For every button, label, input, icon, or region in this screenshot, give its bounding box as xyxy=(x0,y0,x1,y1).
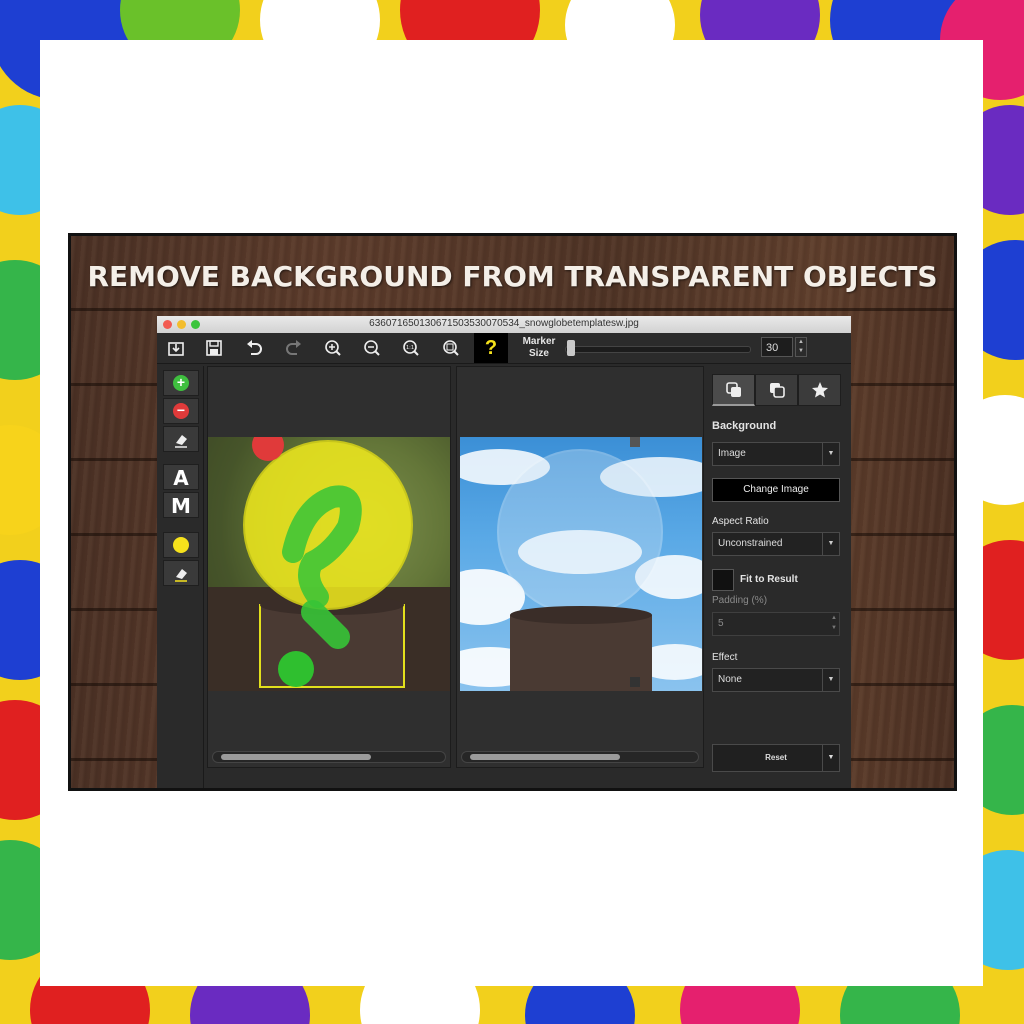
tool-palette: + − A M xyxy=(159,366,204,788)
save-button[interactable] xyxy=(201,336,227,360)
remove-marker-tool[interactable]: − xyxy=(163,398,199,424)
window-title: 636071650130671503530070534_snowglobetem… xyxy=(369,318,639,329)
fit-to-window-button[interactable] xyxy=(438,336,464,360)
actual-size-button[interactable]: 1:1 xyxy=(398,336,424,360)
padding-input[interactable]: 5 ▲ ▼ xyxy=(712,612,840,636)
toolbar: 1:1 ? Marker Size 30 ▲ ▼ xyxy=(157,333,851,364)
source-horizontal-scrollbar[interactable] xyxy=(212,751,446,763)
snow-globe-marked-image xyxy=(208,437,450,691)
open-file-icon xyxy=(168,342,184,356)
transparency-marker-tool[interactable] xyxy=(163,532,199,558)
eraser-tool[interactable] xyxy=(163,426,199,452)
manual-mode-tool[interactable]: M xyxy=(163,492,199,518)
reset-button[interactable]: Reset ▼ xyxy=(712,744,840,772)
effect-select[interactable]: None ▼ xyxy=(712,668,840,692)
minus-circle-icon: − xyxy=(173,403,189,419)
help-button[interactable]: ? xyxy=(474,333,508,363)
chevron-down-icon[interactable]: ▼ xyxy=(822,745,839,771)
zoom-out-icon xyxy=(364,340,380,356)
app-window: 636071650130671503530070534_snowglobetem… xyxy=(157,316,851,788)
effect-label: Effect xyxy=(712,652,738,663)
change-image-button[interactable]: Change Image xyxy=(712,478,840,502)
plus-circle-icon: + xyxy=(173,375,189,391)
zoom-out-button[interactable] xyxy=(359,336,385,360)
svg-text:1:1: 1:1 xyxy=(406,345,414,351)
save-icon xyxy=(206,340,222,356)
layers-filled-icon xyxy=(725,382,741,397)
transparency-eraser-tool[interactable] xyxy=(163,560,199,586)
zoom-in-icon xyxy=(325,340,341,356)
marker-label-line1: Marker xyxy=(522,336,556,347)
keep-marker-tool[interactable]: + xyxy=(163,370,199,396)
marker-size-input[interactable]: 30 xyxy=(761,337,793,357)
background-select-value: Image xyxy=(718,448,746,459)
aspect-ratio-select[interactable]: Unconstrained ▼ xyxy=(712,532,840,556)
marker-size-label: Marker Size xyxy=(519,336,559,360)
zoom-in-button[interactable] xyxy=(320,336,346,360)
padding-label: Padding (%) xyxy=(712,595,768,606)
layers-outline-icon xyxy=(769,383,785,398)
result-image xyxy=(460,437,702,691)
marker-size-slider-thumb[interactable] xyxy=(567,340,575,356)
redo-icon xyxy=(286,340,301,355)
star-icon xyxy=(811,382,828,398)
eraser-yellow-icon xyxy=(175,569,187,582)
result-canvas[interactable] xyxy=(456,366,704,768)
actual-size-icon: 1:1 xyxy=(403,340,419,356)
padding-stepper[interactable]: ▲ ▼ xyxy=(831,613,837,633)
aspect-ratio-value: Unconstrained xyxy=(718,538,783,549)
settings-panel: Background Image ▼ Change Image Aspect R… xyxy=(708,366,843,788)
tab-foreground-settings[interactable] xyxy=(755,374,798,406)
source-image xyxy=(208,437,450,691)
promo-banner: REMOVE BACKGROUND FROM TRANSPARENT OBJEC… xyxy=(68,233,957,791)
result-scroll-thumb[interactable] xyxy=(470,754,620,760)
undo-icon xyxy=(247,340,262,355)
background-label: Background xyxy=(712,420,777,432)
aspect-ratio-label: Aspect Ratio xyxy=(712,516,769,527)
banner-title: REMOVE BACKGROUND FROM TRANSPARENT OBJEC… xyxy=(87,260,938,293)
result-horizontal-scrollbar[interactable] xyxy=(461,751,699,763)
marker-size-slider-track[interactable] xyxy=(565,346,751,353)
effect-value: None xyxy=(718,674,742,685)
source-scroll-thumb[interactable] xyxy=(221,754,371,760)
tab-background-settings[interactable] xyxy=(712,374,755,406)
redo-button[interactable] xyxy=(281,336,307,360)
open-file-button[interactable] xyxy=(163,336,189,360)
auto-mode-tool[interactable]: A xyxy=(163,464,199,490)
chevron-down-icon: ▼ xyxy=(822,533,839,555)
padding-value: 5 xyxy=(718,618,724,629)
fit-window-icon xyxy=(443,340,459,356)
eraser-icon xyxy=(175,435,187,448)
undo-button[interactable] xyxy=(241,336,267,360)
chevron-down-icon: ▼ xyxy=(822,443,839,465)
marker-label-line2: Size xyxy=(528,348,549,359)
reset-label: Reset xyxy=(765,753,787,762)
marker-size-stepper[interactable]: ▲ ▼ xyxy=(795,337,807,357)
window-titlebar: 636071650130671503530070534_snowglobetem… xyxy=(157,316,851,334)
yellow-circle-icon xyxy=(173,537,189,553)
background-select[interactable]: Image ▼ xyxy=(712,442,840,466)
fit-to-result-label: Fit to Result xyxy=(740,574,798,585)
chevron-down-icon: ▼ xyxy=(822,669,839,691)
tab-presets[interactable] xyxy=(798,374,841,406)
snow-globe-result-image xyxy=(460,437,702,691)
fit-to-result-checkbox[interactable] xyxy=(712,569,734,591)
source-canvas[interactable] xyxy=(207,366,451,768)
